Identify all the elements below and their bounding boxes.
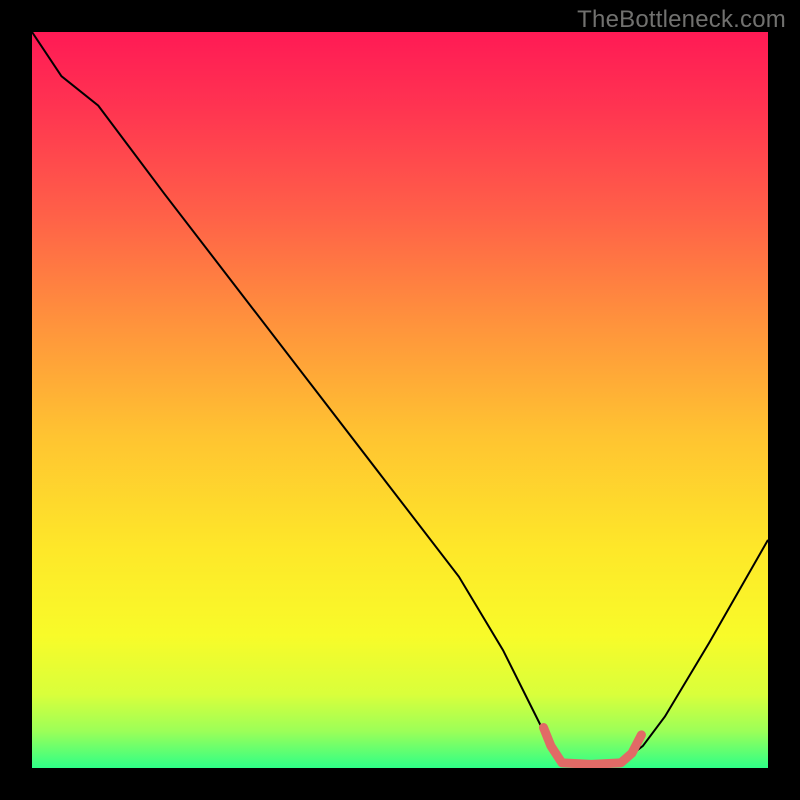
chart-frame xyxy=(32,32,768,768)
watermark-text: TheBottleneck.com xyxy=(577,6,786,34)
gradient-background xyxy=(32,32,768,768)
chart-plot xyxy=(32,32,768,768)
